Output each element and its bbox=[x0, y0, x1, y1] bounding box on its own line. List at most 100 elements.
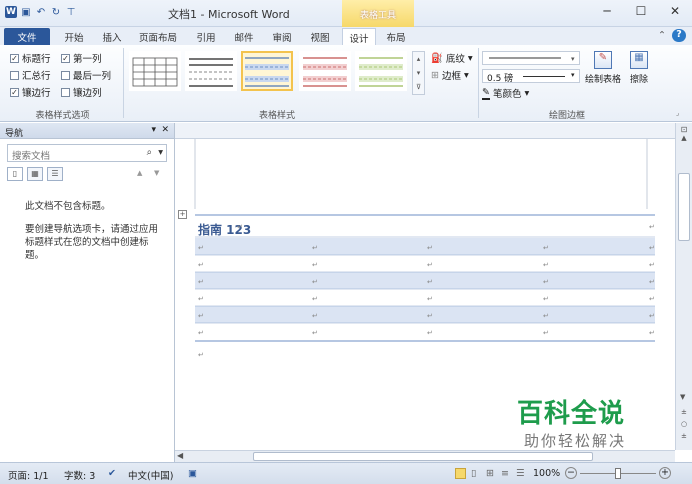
hscroll-thumb[interactable] bbox=[253, 452, 593, 461]
horizontal-scrollbar[interactable]: ◀ bbox=[175, 450, 675, 462]
zoom-level[interactable]: 100% bbox=[533, 468, 560, 479]
table-style-light-green[interactable] bbox=[355, 51, 407, 91]
title-bar: W ▣ ↶ ↻ ⊤ 文档1 - Microsoft Word 表格工具 ─ ☐ … bbox=[0, 0, 692, 27]
draft-view-icon[interactable]: ☰ bbox=[516, 468, 525, 479]
vertical-scrollbar[interactable]: ⊡ ▲ ▼ ± ○ ± bbox=[675, 123, 692, 450]
maximize-button[interactable]: ☐ bbox=[624, 0, 658, 22]
nav-help-text: 要创建导航选项卡，请通过应用标题样式在您的文档中创建标题。 bbox=[25, 224, 159, 261]
word-logo-icon[interactable]: W bbox=[5, 6, 17, 18]
nav-headings-tab[interactable]: ▯ bbox=[7, 167, 23, 181]
checkbox-icon[interactable]: ✓ bbox=[10, 53, 19, 63]
scroll-up-icon[interactable]: ▲ bbox=[676, 134, 692, 142]
proofing-icon[interactable]: ✔ bbox=[108, 468, 116, 479]
eraser-button[interactable]: ▦ 擦除 bbox=[624, 51, 654, 103]
group-label-draw-borders: 绘图边框 bbox=[548, 111, 585, 121]
tab-mailings[interactable]: 邮件 bbox=[228, 28, 260, 45]
checkbox-icon[interactable] bbox=[10, 70, 19, 80]
shading-button[interactable]: ⛽ 底纹 ▾ bbox=[431, 51, 473, 66]
ribbon-collapse-icon[interactable]: ⌃ bbox=[655, 28, 669, 45]
macro-record-icon[interactable]: ▣ bbox=[188, 468, 197, 479]
ribbon: ✓ 标题行 ✓ 第一列 汇总行 最后一列 ✓ 镶边行 镶边列 表格样式选项 ▴ ▾ ⊽ 表… bbox=[0, 45, 692, 122]
web-view-icon[interactable]: ⊞ bbox=[486, 468, 494, 479]
help-icon[interactable]: ? bbox=[672, 29, 686, 42]
table-move-handle-icon[interactable]: + bbox=[178, 210, 187, 219]
print-layout-view-icon[interactable] bbox=[455, 468, 466, 479]
checkbox-icon[interactable]: ✓ bbox=[61, 53, 70, 63]
pen-color-button[interactable]: ✎ 笔颜色 ▾ bbox=[482, 86, 529, 100]
tab-review[interactable]: 审阅 bbox=[266, 28, 298, 45]
watermark-title: 百科全说 bbox=[517, 399, 626, 429]
scroll-thumb[interactable] bbox=[678, 173, 690, 241]
tab-insert[interactable]: 插入 bbox=[96, 28, 128, 45]
scroll-left-icon[interactable]: ◀ bbox=[177, 451, 183, 460]
tab-view[interactable]: 视图 bbox=[304, 28, 336, 45]
eraser-icon: ▦ bbox=[630, 51, 648, 69]
nav-prev-icon[interactable]: ▲ bbox=[137, 169, 142, 177]
zoom-slider-thumb[interactable] bbox=[615, 468, 621, 479]
draw-table-icon: ✎ bbox=[594, 51, 612, 69]
scroll-down-icon[interactable]: ▼ bbox=[680, 393, 685, 401]
checkbox-icon[interactable]: ✓ bbox=[10, 87, 19, 97]
ribbon-tabs: 文件 开始 插入 页面布局 引用 邮件 审阅 视图 设计 布局 ⌃ ? bbox=[0, 27, 692, 45]
line-style-dropdown[interactable]: ▾ bbox=[482, 51, 580, 65]
option-last-column[interactable]: 最后一列 bbox=[61, 68, 111, 82]
table-tools-context-tab: 表格工具 bbox=[342, 0, 414, 27]
option-first-column[interactable]: ✓ 第一列 bbox=[61, 51, 102, 65]
zoom-in-icon[interactable]: + bbox=[659, 467, 671, 479]
watermark-subtitle: 助你轻松解决 bbox=[524, 432, 627, 450]
pane-menu-icon[interactable]: ▾ bbox=[151, 125, 156, 135]
undo-icon[interactable]: ↶ bbox=[35, 6, 47, 18]
nav-header: 导航 ▾ ✕ bbox=[0, 123, 174, 139]
checkbox-icon[interactable] bbox=[61, 87, 70, 97]
search-options-icon[interactable]: ▾ bbox=[158, 147, 163, 158]
window-title: 文档1 - Microsoft Word bbox=[168, 8, 290, 21]
pen-icon: ✎ bbox=[482, 86, 490, 100]
close-button[interactable]: ✕ bbox=[658, 0, 692, 22]
group-label-styles: 表格样式 bbox=[258, 111, 295, 121]
dropdown-arrow-icon: ▾ bbox=[571, 71, 575, 79]
nav-pages-tab[interactable]: ▦ bbox=[27, 167, 43, 181]
option-banded-columns[interactable]: 镶边列 bbox=[61, 85, 102, 99]
dropdown-arrow-icon: ▾ bbox=[524, 87, 530, 99]
nav-no-headings-text: 此文档不包含标题。 bbox=[25, 201, 111, 212]
table-style-light-blue[interactable] bbox=[241, 51, 293, 91]
ruler-toggle-icon[interactable]: ⊡ bbox=[676, 125, 692, 134]
table-style-plain[interactable] bbox=[185, 51, 237, 91]
save-icon[interactable]: ▣ bbox=[20, 6, 32, 18]
draw-table-button[interactable]: ✎ 绘制表格 bbox=[584, 51, 622, 103]
tab-references[interactable]: 引用 bbox=[190, 28, 222, 45]
pane-close-icon[interactable]: ✕ bbox=[161, 125, 169, 135]
language-indicator[interactable]: 中文(中国) bbox=[128, 468, 173, 482]
option-header-row[interactable]: ✓ 标题行 bbox=[10, 51, 51, 65]
redo-icon[interactable]: ↻ bbox=[50, 6, 62, 18]
option-total-row[interactable]: 汇总行 bbox=[10, 68, 51, 82]
borders-button[interactable]: ⊞ 边框 ▾ bbox=[431, 68, 469, 83]
checkbox-icon[interactable] bbox=[61, 70, 70, 80]
search-icon[interactable]: ⌕ bbox=[147, 147, 152, 158]
pen-weight-dropdown[interactable]: 0.5 磅 ▾ bbox=[482, 69, 580, 84]
page-count[interactable]: 页面: 1/1 bbox=[8, 468, 49, 482]
browse-object-icon[interactable]: ± ○ ± bbox=[681, 406, 687, 442]
word-count[interactable]: 字数: 3 bbox=[64, 468, 95, 482]
nav-next-icon[interactable]: ▼ bbox=[154, 169, 159, 177]
styles-scroll-icon[interactable]: ▴ ▾ ⊽ bbox=[412, 51, 425, 95]
paint-bucket-icon: ⛽ bbox=[431, 52, 443, 64]
table-style-grid[interactable] bbox=[129, 51, 181, 91]
outline-view-icon[interactable]: ≡ bbox=[501, 468, 509, 479]
nav-results-tab[interactable]: ☰ bbox=[47, 167, 63, 181]
zoom-out-icon[interactable]: − bbox=[565, 467, 577, 479]
tab-design[interactable]: 设计 bbox=[342, 28, 376, 45]
table-style-light-red[interactable] bbox=[299, 51, 351, 91]
tab-file[interactable]: 文件 bbox=[4, 28, 50, 45]
option-banded-rows[interactable]: ✓ 镶边行 bbox=[10, 85, 51, 99]
tab-layout[interactable]: 布局 bbox=[380, 28, 412, 45]
tab-home[interactable]: 开始 bbox=[58, 28, 90, 45]
minimize-button[interactable]: ─ bbox=[590, 0, 624, 22]
tab-page-layout[interactable]: 页面布局 bbox=[134, 28, 182, 45]
border-icon: ⊞ bbox=[431, 69, 439, 81]
dialog-launcher-icon[interactable]: ⌟ bbox=[676, 109, 679, 117]
reading-view-icon[interactable]: ▯ bbox=[471, 468, 476, 479]
customize-qat-icon[interactable]: ⊤ bbox=[65, 6, 77, 18]
nav-search-input[interactable]: 搜索文档 ⌕ ▾ bbox=[7, 144, 167, 162]
table-heading-text[interactable]: 指南 123 bbox=[198, 221, 251, 238]
